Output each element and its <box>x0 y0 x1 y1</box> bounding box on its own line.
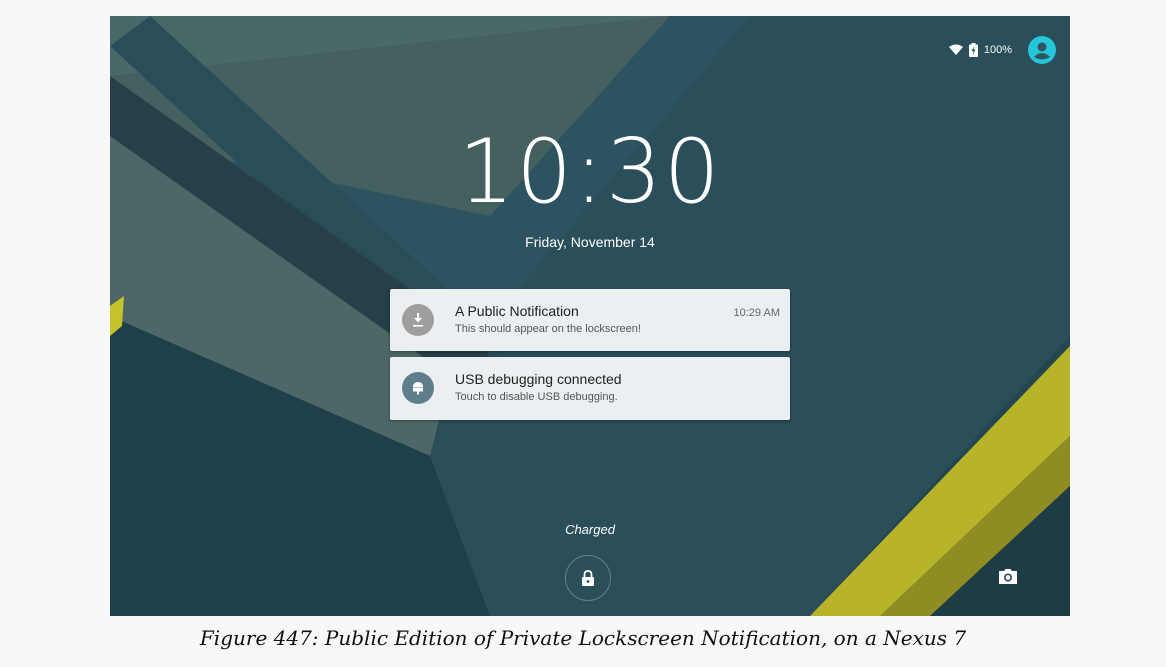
battery-percent: 100% <box>983 44 1012 56</box>
notification-text: This should appear on the lockscreen! <box>455 323 641 335</box>
charging-status: Charged <box>565 522 615 537</box>
unlock-button[interactable] <box>565 555 611 601</box>
date: Friday, November 14 <box>525 234 655 250</box>
lock-icon <box>582 569 594 586</box>
notification-title: USB debugging connected <box>455 371 622 387</box>
notification-usb-debugging[interactable]: USB debugging connected Touch to disable… <box>390 357 790 420</box>
figure-caption: Figure 447: Public Edition of Private Lo… <box>199 626 967 650</box>
wifi-icon <box>948 44 963 55</box>
notification-time: 10:29 AM <box>733 307 780 319</box>
notification-text: Touch to disable USB debugging. <box>455 391 618 403</box>
status-bar: 100% <box>948 36 1056 64</box>
camera-icon[interactable] <box>998 568 1018 585</box>
notification-public[interactable]: A Public Notification This should appear… <box>390 289 790 351</box>
battery-charging-icon <box>968 43 978 57</box>
download-icon <box>402 304 434 336</box>
android-icon <box>402 372 434 404</box>
clock: 10:30 <box>458 120 722 223</box>
user-avatar-icon[interactable] <box>1028 36 1056 64</box>
notification-title: A Public Notification <box>455 303 579 319</box>
lockscreen: 100% 10:30 Friday, November 14 A Public … <box>110 16 1070 616</box>
